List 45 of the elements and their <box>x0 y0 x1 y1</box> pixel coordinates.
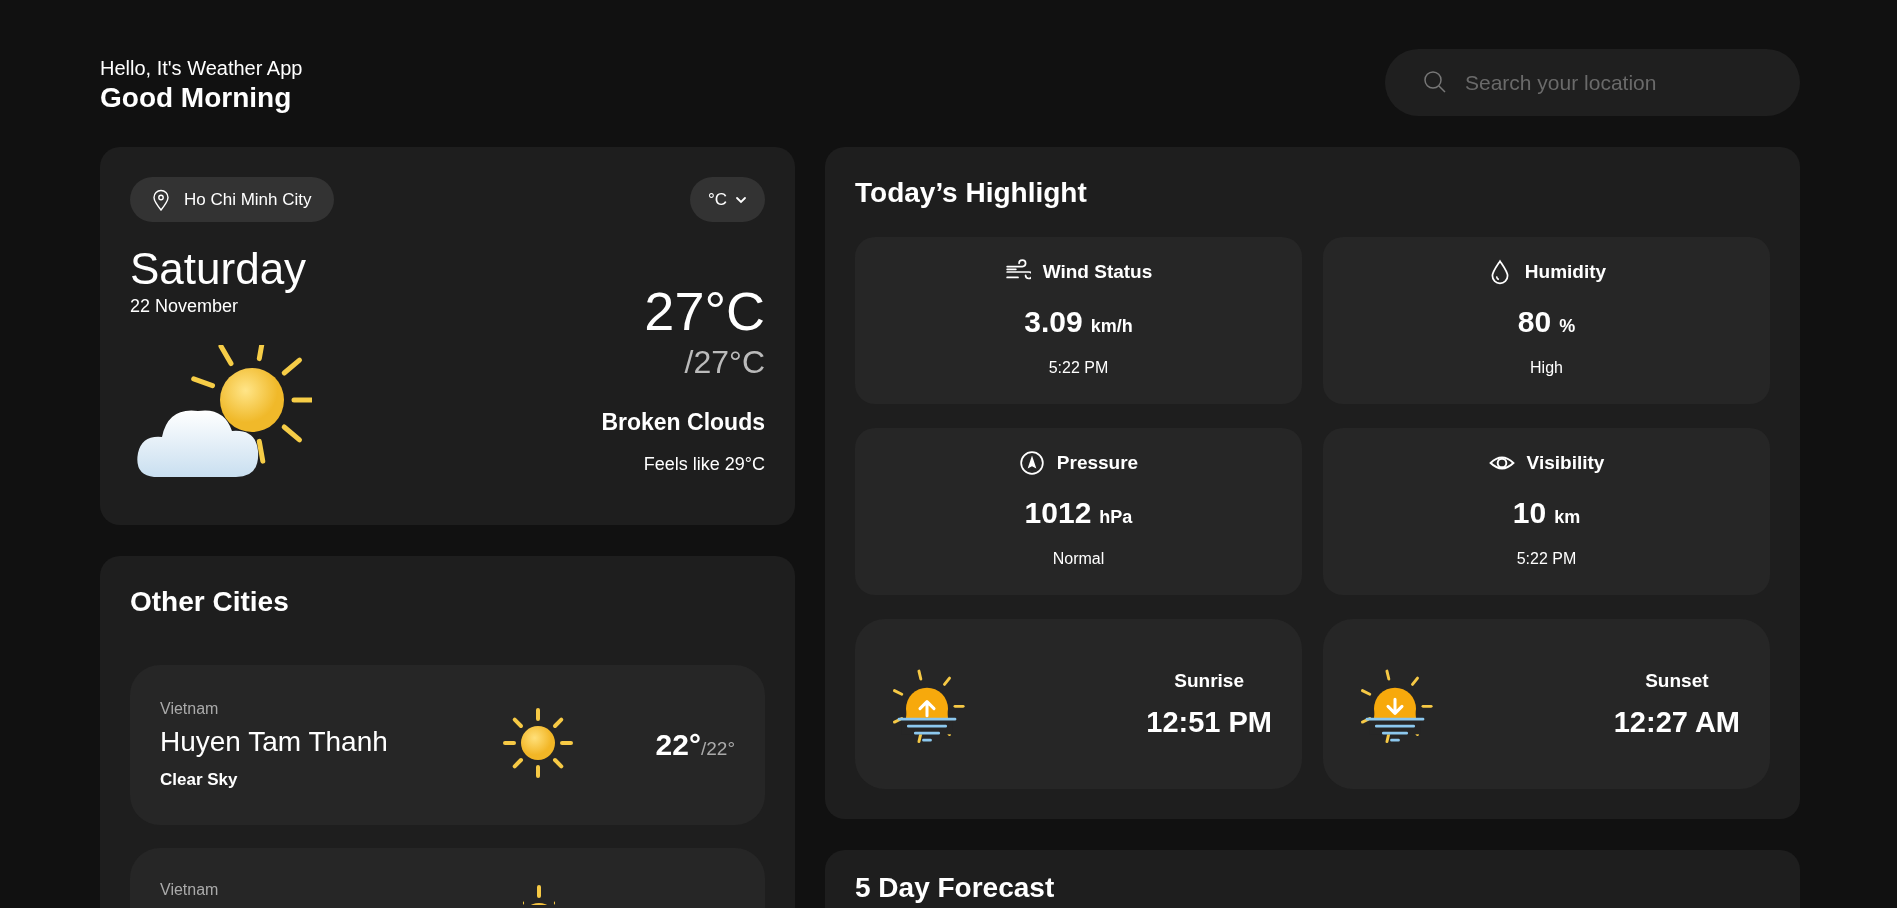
tile-label: Humidity <box>1524 261 1607 283</box>
tile-label: Pressure <box>1056 452 1139 474</box>
day-name: Saturday <box>130 244 308 294</box>
sun-time: 12:27 AM <box>1613 705 1740 739</box>
sun-label: Sunrise <box>1174 669 1244 692</box>
sun-time: 12:51 PM <box>1146 705 1272 739</box>
city-card[interactable]: Vietnam <box>130 848 765 908</box>
temperature: 22° <box>655 728 701 761</box>
search-field[interactable]: Search your location <box>1385 49 1800 116</box>
greeting-text: Hello, It's Weather App <box>100 57 303 80</box>
unit-text: hPa <box>1099 507 1133 528</box>
tile-note: 5:22 PM <box>1048 359 1109 377</box>
tile-label: Visibility <box>1526 452 1605 474</box>
country-text: Vietnam <box>160 700 220 718</box>
unit-text: km/h <box>1090 316 1133 337</box>
condition-text: Clear Sky <box>160 770 239 790</box>
unit-text: % <box>1559 316 1576 337</box>
date-text: 22 November <box>130 296 240 317</box>
sun-label: Sunset <box>1645 669 1709 692</box>
section-title: 5 Day Forecast <box>855 872 1056 904</box>
section-title: Other Cities <box>130 586 290 618</box>
city-name: Huyen Tam Thanh <box>160 726 389 758</box>
chevron-down-icon <box>735 195 747 204</box>
low-temperature: /27°C <box>684 344 765 381</box>
unit-dropdown[interactable]: °C <box>689 177 765 222</box>
condition-text: Broken Clouds <box>601 409 765 436</box>
low-temperature: /22° <box>701 738 735 759</box>
tile-label: Wind Status <box>1042 261 1153 283</box>
temperature: 27°C <box>644 280 765 342</box>
unit-text: km <box>1554 507 1581 528</box>
tile-note: High <box>1530 359 1563 377</box>
location-button[interactable]: Ho Chi Minh City <box>130 177 334 222</box>
tile-value: 80 <box>1517 305 1552 339</box>
tile-note: Normal <box>1052 550 1105 568</box>
tile-value: 1012 <box>1024 496 1092 530</box>
tile-note: 5:22 PM <box>1516 550 1577 568</box>
feels-like-text: Feels like 29°C <box>643 454 765 475</box>
greeting-title: Good Morning <box>100 82 293 114</box>
country-text: Vietnam <box>160 881 220 899</box>
compass-icon <box>1018 450 1045 476</box>
location-pin-icon <box>152 188 170 211</box>
section-title: Today’s Highlight <box>855 177 1088 209</box>
tile-value: 3.09 <box>1024 305 1083 339</box>
city-card[interactable]: Vietnam Huyen Tam Thanh Clear Sky 22°/22° <box>130 665 765 825</box>
tile-value: 10 <box>1512 496 1547 530</box>
